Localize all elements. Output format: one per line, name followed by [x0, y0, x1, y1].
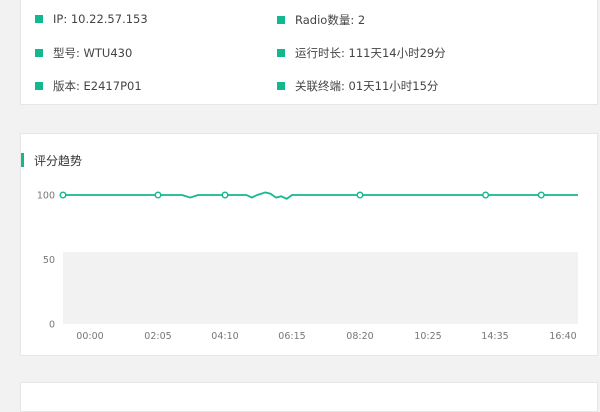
y-tick-label: 50 [43, 255, 55, 266]
data-point[interactable] [154, 191, 162, 199]
y-tick-label: 100 [37, 191, 55, 202]
x-tick-label: 14:35 [481, 331, 508, 342]
y-tick-label: 0 [49, 320, 55, 331]
plot-area [63, 252, 578, 324]
x-tick-label: 06:15 [278, 331, 305, 342]
data-point[interactable] [537, 191, 545, 199]
x-tick-label: 02:05 [144, 331, 171, 342]
x-tick-label: 10:25 [414, 331, 441, 342]
data-point[interactable] [221, 191, 229, 199]
data-point[interactable] [59, 191, 67, 199]
series-line [63, 191, 578, 200]
data-point[interactable] [356, 191, 364, 199]
x-tick-label: 00:00 [76, 331, 103, 342]
x-tick-label: 08:20 [346, 331, 373, 342]
score-trend-chart: 100 50 0 00:00 02:05 04:10 06:15 08:20 10:25 14:… [37, 191, 578, 342]
data-point[interactable] [482, 191, 490, 199]
x-tick-label: 04:10 [211, 331, 238, 342]
x-tick-label: 16:40 [549, 331, 576, 342]
